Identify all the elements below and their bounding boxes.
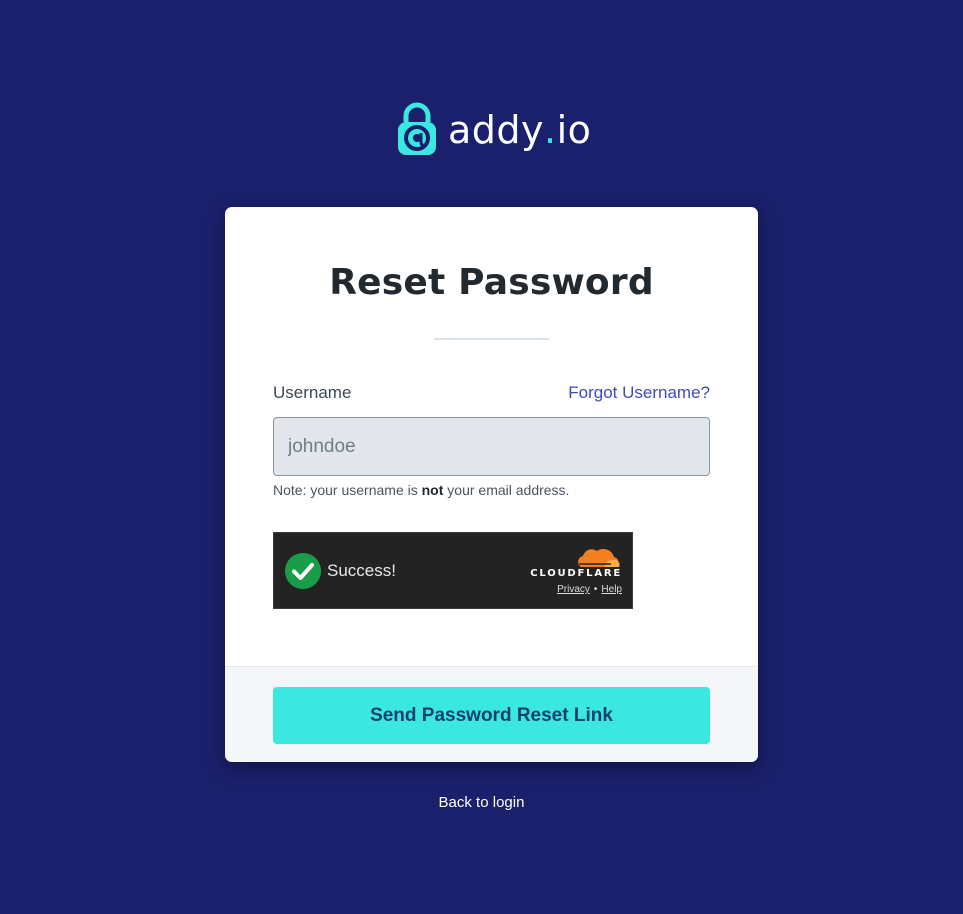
brand-name: addy. io	[448, 111, 591, 149]
forgot-username-link[interactable]: Forgot Username?	[568, 383, 710, 403]
send-reset-link-button[interactable]: Send Password Reset Link	[273, 687, 710, 744]
cloudflare-cloud-icon	[578, 548, 620, 567]
check-circle-icon	[285, 553, 321, 589]
note-suffix: your email address.	[443, 482, 570, 498]
brand-name-dot: .	[544, 108, 557, 152]
note-emphasis: not	[421, 482, 444, 498]
reset-password-card: Reset Password Username Forgot Username?…	[225, 207, 758, 762]
lock-at-icon	[398, 102, 436, 155]
brand-name-tld: io	[556, 108, 592, 152]
back-to-login-link[interactable]: Back to login	[0, 794, 963, 811]
username-label: Username	[273, 383, 352, 402]
page-title: Reset Password	[329, 262, 654, 303]
card-footer: Send Password Reset Link	[225, 666, 758, 762]
brand-logo: addy. io	[396, 100, 591, 160]
privacy-link[interactable]: Privacy	[557, 584, 590, 595]
username-input[interactable]	[273, 417, 710, 476]
note-prefix: Note: your username is	[273, 482, 422, 498]
captcha-status-text: Success!	[327, 561, 396, 580]
title-divider	[434, 338, 549, 340]
captcha-widget[interactable]: Success! CLOUDFLARE Privacy • Help	[273, 532, 633, 609]
link-separator: •	[593, 584, 598, 595]
brand-name-main: addy	[448, 108, 545, 152]
username-note: Note: your username is not your email ad…	[273, 482, 569, 498]
cloudflare-wordmark: CLOUDFLARE	[530, 568, 622, 579]
captcha-links: Privacy • Help	[557, 584, 622, 595]
help-link[interactable]: Help	[601, 584, 622, 595]
